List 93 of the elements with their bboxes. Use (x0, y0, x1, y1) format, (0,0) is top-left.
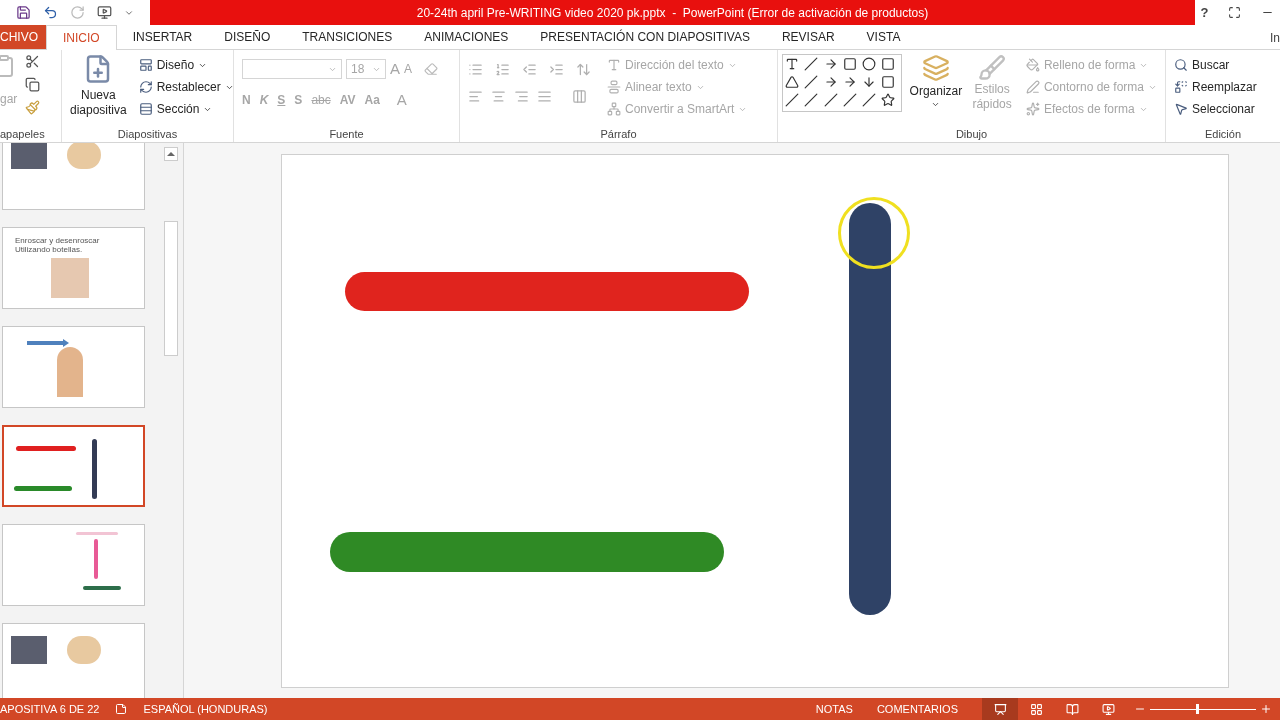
ribbon-tab[interactable]: ANIMACIONES (408, 25, 525, 49)
photo-placeholder (11, 143, 47, 169)
help-button[interactable]: ? (1200, 2, 1209, 23)
group-label: Diapositivas (116, 127, 179, 142)
cursor-highlight (838, 197, 910, 269)
ribbon-tab[interactable]: VISTA (850, 25, 917, 49)
photo-placeholder (57, 347, 83, 397)
ribbon-button[interactable]: Diseño (134, 54, 238, 76)
button-icon (1025, 102, 1040, 116)
photo-placeholder (51, 258, 89, 298)
photo-placeholder (11, 636, 47, 664)
caret-icon (931, 100, 941, 109)
ribbon-tab[interactable]: TRANSICIONES (286, 25, 409, 49)
button-icon (1025, 80, 1040, 94)
shape-icon[interactable] (862, 93, 877, 107)
shapes-gallery[interactable] (782, 54, 902, 112)
button-icon (138, 58, 153, 72)
button-icon (607, 102, 621, 116)
photo-placeholder (67, 143, 101, 169)
ribbon-display-icon[interactable] (1228, 6, 1242, 19)
arrow-drawing (27, 339, 69, 347)
pointer-icon (1174, 102, 1188, 116)
shape-icon[interactable] (823, 57, 838, 71)
button-icon (1025, 58, 1040, 72)
slide-thumbnail[interactable] (2, 143, 145, 210)
copy-icon[interactable] (25, 77, 41, 92)
view-icon (1101, 702, 1115, 716)
zoom-in-icon[interactable] (1260, 703, 1272, 715)
shape-icon[interactable] (785, 57, 799, 71)
slide-thumbnail[interactable]: Enroscar y desenroscar Utilizando botellas. (2, 227, 145, 309)
shape-icon[interactable] (823, 93, 838, 107)
editing-button[interactable]: Buscar (1174, 54, 1272, 76)
brush-icon (978, 54, 1007, 82)
layers-icon (921, 54, 950, 82)
shape-icon[interactable] (881, 93, 896, 107)
shape-icon[interactable] (804, 57, 819, 71)
view-button[interactable] (982, 698, 1018, 720)
shape-icon[interactable] (804, 93, 819, 107)
search-icon (1174, 58, 1188, 72)
slide-caption: Enroscar y desenroscar Utilizando botellas. (15, 236, 101, 254)
shape-icon[interactable] (881, 57, 896, 71)
shape-icon[interactable] (823, 75, 838, 89)
zoom-slider[interactable] (1150, 704, 1256, 714)
group-label: Dibujo (954, 127, 989, 142)
spell-check-icon[interactable] (115, 703, 128, 715)
file-tab[interactable]: CHIVO (0, 25, 46, 49)
shape-icon[interactable] (785, 93, 799, 107)
zoom-thumb[interactable] (1195, 704, 1199, 714)
ribbon-tab[interactable]: REVISAR (765, 25, 851, 49)
button-icon (138, 102, 153, 116)
slide-thumbnail[interactable] (2, 425, 145, 507)
button-icon (607, 80, 621, 94)
shape-icon[interactable] (804, 75, 819, 89)
shape-icon[interactable] (842, 93, 857, 107)
slide-thumbnail[interactable] (2, 524, 145, 606)
slide-counter: APOSITIVA 6 DE 22 (0, 701, 100, 717)
cut-icon[interactable] (25, 54, 41, 69)
slideshow-icon[interactable] (97, 5, 112, 20)
shape-icon[interactable] (842, 75, 857, 89)
ribbon-tab[interactable]: INSERTAR (116, 25, 209, 49)
ribbon-tab[interactable]: DISEÑO (208, 25, 287, 49)
replace-icon (1174, 80, 1188, 94)
shape-icon[interactable] (862, 57, 877, 71)
ribbon-tab[interactable]: PRESENTACIÓN CON DIAPOSITIVAS (524, 25, 766, 49)
ribbon-button[interactable]: Sección (134, 98, 238, 120)
group-label: apapeles (0, 127, 46, 142)
slide-thumbnail[interactable] (2, 623, 145, 698)
new-slide-button[interactable]: Nueva diapositiva (70, 54, 127, 126)
shape-icon[interactable] (881, 75, 896, 89)
save-icon[interactable] (16, 5, 31, 20)
window-title: 20-24th april Pre-WRITING video 2020 pk.pptx - PowerPoint (Error de activación de productos) (416, 4, 929, 22)
view-icon (1029, 702, 1043, 716)
button-icon (138, 80, 153, 94)
view-icon (1065, 702, 1079, 716)
arrange-button[interactable]: Organizar (909, 54, 963, 126)
notes-button[interactable]: NOTAS (815, 700, 853, 718)
editing-button[interactable]: Seleccionar (1174, 98, 1272, 120)
slide-thumbnail[interactable] (2, 326, 145, 408)
editing-button[interactable]: Reemplazar (1174, 76, 1272, 98)
view-icon (993, 702, 1007, 716)
group-label: Fuente (328, 127, 365, 142)
undo-icon[interactable] (43, 5, 58, 20)
shape-icon[interactable] (842, 57, 857, 71)
group-label: Edición (1203, 127, 1243, 142)
group-label: Párrafo (599, 127, 638, 142)
photo-placeholder (67, 636, 101, 664)
account-name[interactable]: In (1270, 29, 1280, 47)
comments-button[interactable]: COMENTARIOS (876, 700, 958, 718)
shape-icon[interactable] (785, 75, 799, 89)
ribbon-tab[interactable]: INICIO (46, 25, 117, 50)
button-icon (607, 58, 621, 72)
language-label[interactable]: ESPAÑOL (HONDURAS) (143, 700, 268, 718)
ribbon-button[interactable]: Restablecer (134, 76, 238, 98)
